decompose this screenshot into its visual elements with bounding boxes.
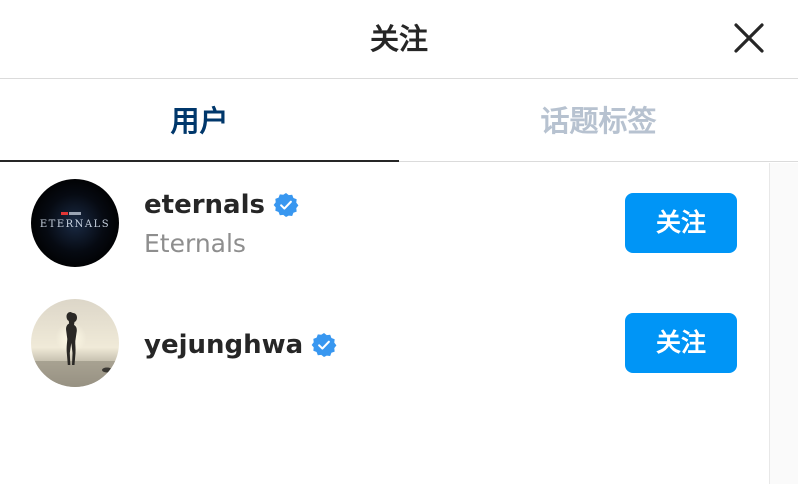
- tab-users[interactable]: 用户: [0, 80, 399, 162]
- close-icon: [734, 23, 764, 53]
- verified-badge-icon: [273, 192, 299, 218]
- avatar[interactable]: [31, 299, 119, 387]
- scrollbar[interactable]: [769, 163, 798, 484]
- silhouette-photo-avatar: [31, 299, 119, 387]
- username: yejunghwa: [144, 330, 304, 360]
- list-item: ETERNALS eternals Eternals 关注: [0, 163, 770, 283]
- username: eternals: [144, 190, 265, 220]
- full-name: Eternals: [144, 229, 246, 258]
- verified-badge-icon: [311, 332, 337, 358]
- close-button[interactable]: [726, 17, 770, 61]
- username-link[interactable]: eternals: [144, 187, 299, 223]
- avatar[interactable]: ETERNALS: [31, 179, 119, 267]
- dialog-title: 关注: [369, 22, 428, 56]
- following-dialog: 关注 用户 话题标签 ETERNALS eternals Eternals 关注…: [0, 0, 798, 484]
- list-item: yejunghwa 关注: [0, 283, 770, 403]
- follow-button[interactable]: 关注: [625, 313, 737, 373]
- username-link[interactable]: yejunghwa: [144, 327, 337, 363]
- follow-button[interactable]: 关注: [625, 193, 737, 253]
- user-list: ETERNALS eternals Eternals 关注 yejunghwa …: [0, 163, 770, 484]
- eternals-avatar-image: ETERNALS: [31, 179, 119, 267]
- dialog-header: 关注: [0, 0, 798, 79]
- tab-bar: 用户 话题标签: [0, 80, 798, 162]
- svg-text:ETERNALS: ETERNALS: [40, 219, 110, 230]
- tab-hashtags[interactable]: 话题标签: [399, 80, 798, 162]
